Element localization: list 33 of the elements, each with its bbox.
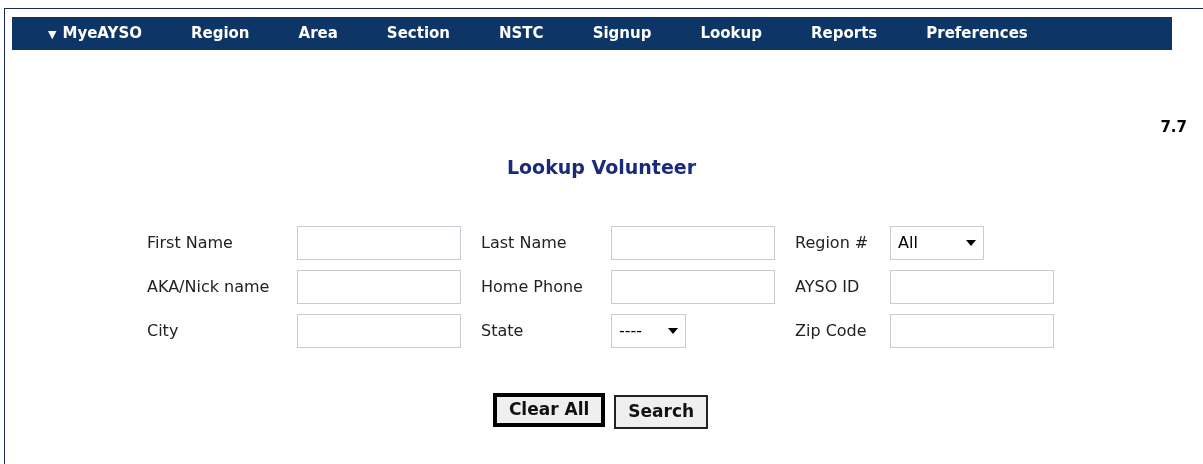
nav-link[interactable]: Preferences — [926, 22, 1028, 45]
dropdown[interactable]: All — [890, 226, 984, 260]
nav-link[interactable]: Section — [386, 22, 450, 45]
field-label: Home Phone — [481, 276, 584, 298]
field-label: AKA/Nick name — [147, 276, 271, 298]
nav-link[interactable]: Region — [190, 22, 250, 45]
input-field[interactable] — [611, 270, 775, 304]
page-title: Lookup Volunteer — [506, 154, 697, 180]
nav-link[interactable]: Signup — [592, 22, 652, 45]
form-button[interactable]: Clear All — [492, 393, 606, 427]
field-label: Last Name — [481, 232, 568, 254]
field-label: City — [147, 320, 180, 342]
field-label: Zip Code — [795, 320, 868, 342]
form-button[interactable]: Search — [614, 395, 709, 429]
nav-link[interactable]: Lookup — [700, 22, 762, 45]
dropdown[interactable]: ---- — [611, 314, 686, 348]
input-field[interactable] — [297, 314, 461, 348]
version-number: 7.7 — [1160, 117, 1187, 138]
nav-link[interactable]: ▼ MyeAYSO — [48, 22, 142, 45]
caret-icon — [668, 328, 678, 334]
input-field[interactable] — [890, 270, 1054, 304]
input-field[interactable] — [297, 270, 461, 304]
field-label: Region # — [795, 232, 870, 254]
field-label: First Name — [147, 232, 234, 254]
field-label: AYSO ID — [795, 276, 861, 298]
nav-link[interactable]: Reports — [810, 22, 878, 45]
input-field[interactable] — [611, 226, 775, 260]
input-field[interactable] — [890, 314, 1054, 348]
nav-link[interactable]: NSTC — [499, 22, 544, 45]
nav-link[interactable]: Area — [298, 22, 338, 45]
caret-icon — [966, 240, 976, 246]
input-field[interactable] — [297, 226, 461, 260]
field-label: State — [481, 320, 525, 342]
